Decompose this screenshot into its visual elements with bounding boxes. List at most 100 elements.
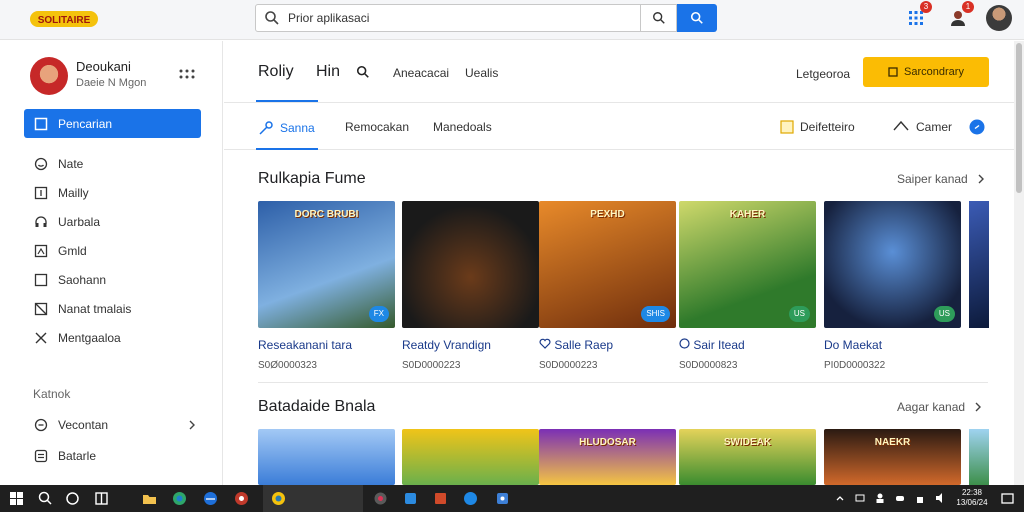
thumbnail-title: KAHER <box>729 209 766 220</box>
subtab-manedoals[interactable]: Manedoals <box>433 120 492 134</box>
folder-icon[interactable] <box>141 490 158 507</box>
windows-start-icon[interactable] <box>8 490 25 507</box>
game-card[interactable]: Reatdy Vrandign S0D0000223 <box>402 201 539 371</box>
headset-icon <box>34 418 48 432</box>
search-icon[interactable] <box>356 65 370 79</box>
game-card-partial[interactable] <box>969 429 989 485</box>
category-link[interactable]: Letgeoroa <box>796 67 850 81</box>
settings-icon[interactable] <box>494 490 511 507</box>
close-icon <box>35 332 47 344</box>
sidebar: Deoukani Daeie N Mgon Pencarian Nate Mai… <box>0 41 223 485</box>
chevron-right-icon <box>189 420 195 430</box>
sidebar-item-nanat-tmalais[interactable]: Nanat tmalais <box>24 295 201 323</box>
media-icon[interactable] <box>372 490 389 507</box>
game-card[interactable]: NAEKR <box>824 429 961 485</box>
cloud-icon[interactable] <box>895 492 905 504</box>
game-card[interactable] <box>402 429 539 485</box>
search-input[interactable] <box>288 11 608 25</box>
sidebar-item-mailly[interactable]: Mailly <box>24 179 201 207</box>
square-icon <box>888 67 898 77</box>
game-card[interactable]: KAHER US Sair Itead S0D0000823 <box>679 201 816 371</box>
game-card[interactable]: DORC BRUBI FX Reseakanani tara S0Ø000032… <box>258 201 395 371</box>
taskbar-clock[interactable]: 22:38 13/06/24 <box>952 488 992 508</box>
search-secondary-button[interactable] <box>641 4 677 32</box>
tab-roliy[interactable]: Roliy <box>258 63 294 81</box>
subscribe-button[interactable]: Sarcondrary <box>863 57 989 87</box>
card-title: Do Maekat <box>824 338 883 352</box>
chevron-up-icon[interactable] <box>835 492 845 504</box>
game-card[interactable]: SWIDEAK <box>679 429 816 485</box>
info-icon[interactable] <box>969 119 985 135</box>
section-see-more-link[interactable]: Aagar kanad <box>897 400 983 414</box>
chat-icon[interactable] <box>462 490 479 507</box>
card-chip: US <box>933 306 955 322</box>
notification-center-icon[interactable] <box>999 490 1016 507</box>
game-thumbnail <box>402 429 539 485</box>
grid-dots-icon[interactable] <box>178 65 196 83</box>
network-icon[interactable] <box>855 492 865 504</box>
scrollbar[interactable] <box>1014 41 1024 485</box>
thumbnail-title: NAEKR <box>874 437 911 448</box>
clock-time: 22:38 <box>961 488 983 497</box>
tab-uealis[interactable]: Uealis <box>465 66 498 80</box>
sidebar-item-batarle[interactable]: Batarle <box>24 441 201 471</box>
sidebar-item-nate[interactable]: Nate <box>24 150 201 178</box>
sidebar-item-uarbala[interactable]: Uarbala <box>24 208 201 236</box>
search-button[interactable] <box>677 4 717 32</box>
subtab-deifetteiro[interactable]: Deifetteiro <box>780 120 855 134</box>
system-tray[interactable] <box>835 492 945 504</box>
game-card[interactable]: HLUDOSAR <box>539 429 676 485</box>
sidebar-item-label: Vecontan <box>58 418 109 432</box>
thumbnail-title: PEXHD <box>590 209 625 220</box>
thumbnail-title: DORC BRUBI <box>294 209 359 220</box>
task-view-icon[interactable] <box>64 490 81 507</box>
search-box <box>255 4 641 32</box>
game-thumbnail: KAHER US <box>679 201 816 328</box>
sidebar-item-label: Uarbala <box>58 215 101 229</box>
clock-date: 13/06/24 <box>956 498 988 507</box>
scrollbar-thumb[interactable] <box>1016 43 1022 193</box>
game-card-partial[interactable] <box>969 201 989 328</box>
notifications-button[interactable]: 1 <box>944 1 974 32</box>
profile-card[interactable]: Deoukani Daeie N Mgon <box>30 57 210 97</box>
game-card[interactable]: US Do Maekat PI0D0000322 <box>824 201 961 371</box>
chevron-right-icon <box>978 174 984 184</box>
tab-hin[interactable]: Hin <box>316 63 340 81</box>
apps-button[interactable]: 3 <box>902 1 932 32</box>
search-icon[interactable] <box>37 490 54 507</box>
sidebar-item-saohann[interactable]: Saohann <box>24 266 201 294</box>
game-app-icon[interactable] <box>270 490 287 507</box>
lock-icon[interactable] <box>915 492 925 504</box>
edge-icon[interactable] <box>171 490 188 507</box>
store-icon[interactable] <box>402 490 419 507</box>
card-title: Sair Itead <box>679 338 816 352</box>
office-icon[interactable] <box>432 490 449 507</box>
sidebar-item-mentgaaloa[interactable]: Mentgaaloa <box>24 324 201 352</box>
game-card[interactable] <box>258 429 395 485</box>
smile-icon <box>34 157 48 171</box>
game-card[interactable]: PEXHD SHIS Salle Raep S0D0000223 <box>539 201 676 371</box>
people-icon[interactable] <box>875 492 885 504</box>
subtab-sanna[interactable]: Sanna <box>258 120 315 136</box>
user-avatar[interactable] <box>986 5 1012 31</box>
sidebar-item-label: Nanat tmalais <box>58 302 132 316</box>
tab-aneacacai[interactable]: Aneacacai <box>393 66 449 80</box>
section-divider <box>258 382 988 383</box>
sidebar-item-gmld[interactable]: Gmld <box>24 237 201 265</box>
subtab-camer[interactable]: Camer <box>892 120 952 134</box>
game-thumbnail: SWIDEAK <box>679 429 816 485</box>
search-bar <box>255 4 717 32</box>
top-bar: SOLITAIRE 3 1 <box>0 0 1024 40</box>
widgets-icon[interactable] <box>93 490 110 507</box>
chrome-icon[interactable] <box>233 490 250 507</box>
sidebar-item-vecontan[interactable]: Vecontan <box>24 410 201 440</box>
sidebar-item-label: Saohann <box>58 273 107 287</box>
volume-icon[interactable] <box>935 492 945 504</box>
primary-tabs: Roliy Hin Aneacacai Uealis Letgeoroa Sar… <box>224 41 1014 103</box>
subtab-label: Sanna <box>280 121 315 135</box>
sidebar-item-pencarian[interactable]: Pencarian <box>24 109 201 138</box>
browser-icon[interactable] <box>202 490 219 507</box>
app-logo[interactable]: SOLITAIRE <box>28 5 100 33</box>
subtab-remocakan[interactable]: Remocakan <box>345 120 409 134</box>
section-see-more-link[interactable]: Saiper kanad <box>897 172 986 186</box>
